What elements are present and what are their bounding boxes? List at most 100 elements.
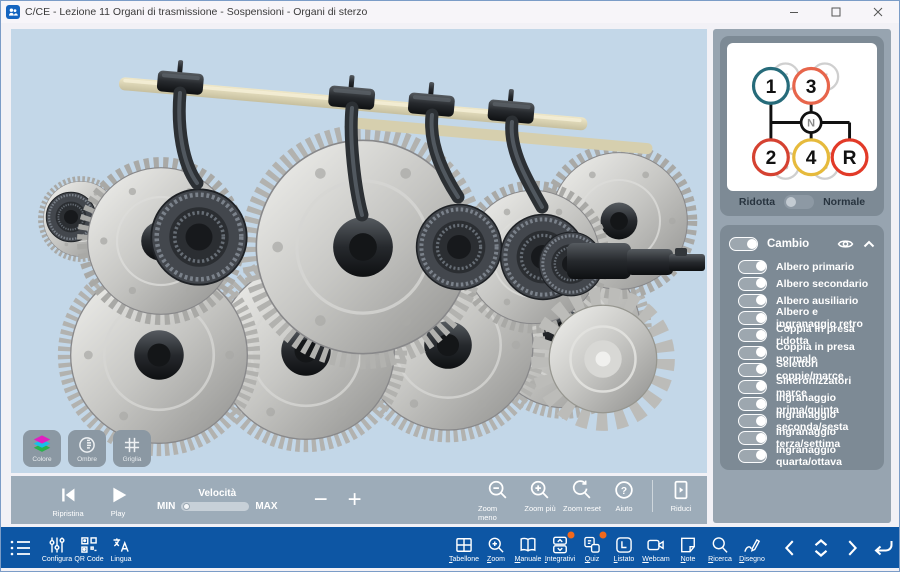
quiz-label: Quiz — [585, 556, 599, 563]
layer-toggle[interactable] — [738, 380, 767, 394]
layer-label: Albero primario — [776, 261, 854, 273]
griglia-label: Griglia — [123, 456, 142, 463]
integrativi-badge — [567, 531, 575, 539]
disegno-button[interactable]: Disegno — [736, 532, 768, 563]
menu-list-icon[interactable] — [1, 538, 41, 558]
zoom-in-button[interactable]: Zoom più — [520, 478, 560, 513]
chevron-right-icon[interactable] — [838, 533, 866, 563]
normale-label: Normale — [823, 196, 865, 208]
svg-text:1: 1 — [766, 77, 777, 98]
search-icon — [710, 535, 730, 555]
lingua-button[interactable]: Lingua — [105, 532, 137, 563]
skip-start-icon — [56, 483, 80, 507]
webcam-button[interactable]: Webcam — [640, 532, 672, 563]
maximize-icon[interactable] — [815, 1, 857, 23]
integrativi-button[interactable]: Integrativi — [544, 532, 576, 563]
speed-increase-icon[interactable]: + — [338, 486, 372, 514]
pen-icon — [742, 535, 762, 555]
book-icon — [518, 535, 538, 555]
gear-4-indicator[interactable]: 4 — [794, 140, 829, 175]
layer-toggle[interactable] — [738, 311, 767, 325]
ridotta-normale-toggle[interactable] — [784, 195, 814, 209]
tabellone-button[interactable]: Tabellone — [448, 532, 480, 563]
cambio-header: Cambio — [729, 233, 875, 255]
play-button[interactable]: Play — [95, 483, 141, 518]
svg-text:3: 3 — [806, 77, 817, 98]
listato-label: Listato — [614, 556, 635, 563]
layer-toggle[interactable] — [738, 363, 767, 377]
gear-1-indicator[interactable]: 1 — [754, 69, 789, 104]
svg-text:R: R — [843, 148, 857, 169]
gear-3-indicator[interactable]: 3 — [794, 69, 829, 104]
layer-label: Albero secondario — [776, 278, 868, 290]
playback-controls: Ripristina Play — [45, 483, 141, 518]
colore-button[interactable]: Colore — [23, 430, 61, 467]
cambio-toggle[interactable] — [729, 237, 758, 251]
note-button[interactable]: Note — [672, 532, 704, 563]
gearbox-3d-model[interactable] — [11, 29, 707, 473]
zoom-out-label: Zoom meno — [478, 504, 518, 522]
gear-r-indicator[interactable]: R — [832, 140, 867, 175]
manuale-button[interactable]: Manuale — [512, 532, 544, 563]
playbar-divider — [652, 480, 653, 512]
layer-toggle[interactable] — [738, 260, 767, 274]
expand-vertical-icon[interactable] — [807, 533, 835, 563]
ridotta-label: Ridotta — [739, 196, 775, 208]
chevron-up-icon[interactable] — [863, 240, 875, 248]
max-label: MAX — [255, 501, 277, 512]
layer-toggle[interactable] — [738, 414, 767, 428]
quiz-button[interactable]: Quiz — [576, 532, 608, 563]
zoom-label: Zoom — [487, 556, 505, 563]
neutral-indicator[interactable]: N — [801, 112, 821, 132]
disegno-label: Disegno — [739, 556, 765, 563]
integrativi-label: Integrativi — [545, 556, 575, 563]
velocita-label: Velocità — [198, 488, 236, 499]
configura-button[interactable]: Configura — [41, 532, 73, 563]
layer-toggle[interactable] — [738, 328, 767, 342]
app-logo-icon — [6, 5, 20, 19]
return-arrow-icon[interactable] — [869, 533, 897, 563]
ombre-button[interactable]: Ombre — [68, 430, 106, 467]
layer-toggle[interactable] — [738, 277, 767, 291]
speed-slider[interactable] — [181, 502, 249, 511]
svg-text:N: N — [807, 118, 815, 130]
layers-color-icon — [31, 434, 53, 455]
speed-decrease-icon[interactable]: − — [304, 486, 338, 514]
manuale-label: Manuale — [515, 556, 542, 563]
zoom-reset-button[interactable]: Zoom reset — [562, 478, 602, 513]
layer-label: Ingranaggio quarta/ottava — [776, 444, 875, 468]
zoom-out-button[interactable]: Zoom meno — [478, 478, 518, 522]
right-sidebar: 5 7 6 8 1 — [713, 29, 891, 523]
layer-toggle[interactable] — [738, 397, 767, 411]
help-button[interactable]: ? Aiuto — [604, 478, 644, 513]
layer-toggle[interactable] — [738, 449, 767, 463]
configura-label: Configura — [42, 556, 72, 563]
min-label: MIN — [157, 501, 175, 512]
griglia-button[interactable]: Griglia — [113, 430, 151, 467]
bottom-strip — [1, 568, 900, 571]
minimize-icon[interactable] — [773, 1, 815, 23]
riduci-button[interactable]: Riduci — [661, 478, 701, 513]
layer-toggle[interactable] — [738, 294, 767, 308]
speed-slider-knob[interactable] — [183, 503, 190, 510]
quiz-badge — [599, 531, 607, 539]
translate-icon — [111, 535, 131, 555]
eye-icon[interactable] — [837, 238, 854, 250]
zoom-button[interactable]: Zoom — [480, 532, 512, 563]
close-icon[interactable] — [857, 1, 899, 23]
layer-toggle[interactable] — [738, 431, 767, 445]
ripristina-button[interactable]: Ripristina — [45, 483, 91, 518]
layer-toggle[interactable] — [738, 346, 767, 360]
sliders-icon — [47, 535, 67, 555]
tabellone-label: Tabellone — [449, 556, 479, 563]
note-label: Note — [681, 556, 696, 563]
window-controls — [773, 1, 899, 23]
qr-code-button[interactable]: QR Code — [73, 532, 105, 563]
chevron-left-icon[interactable] — [776, 533, 804, 563]
toolbar-main-group: Tabellone Zoom Manuale Integrativi Quiz — [448, 532, 768, 563]
ricerca-button[interactable]: Ricerca — [704, 532, 736, 563]
3d-viewport[interactable]: Colore Ombre Griglia — [11, 29, 707, 473]
listato-button[interactable]: Listato — [608, 532, 640, 563]
gear-2-indicator[interactable]: 2 — [754, 140, 789, 175]
window-title: C/CE - Lezione 11 Organi di trasmissione… — [25, 6, 367, 18]
